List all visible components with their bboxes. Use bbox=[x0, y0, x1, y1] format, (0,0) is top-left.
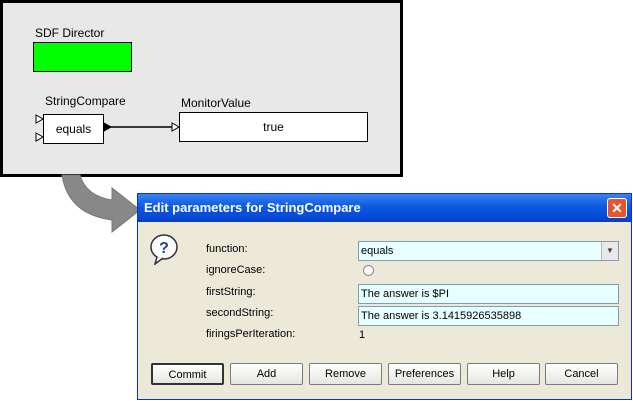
secondstring-label: secondString: bbox=[206, 307, 274, 319]
dialog-titlebar[interactable]: Edit parameters for StringCompare bbox=[138, 194, 631, 222]
close-icon: ✕ bbox=[611, 200, 623, 216]
function-label: function: bbox=[206, 243, 248, 255]
preferences-button[interactable]: Preferences bbox=[388, 363, 461, 385]
close-button[interactable]: ✕ bbox=[607, 198, 627, 218]
remove-button[interactable]: Remove bbox=[309, 363, 382, 385]
secondstring-input[interactable]: The answer is 3.1415926535898 bbox=[358, 306, 619, 326]
firststring-input[interactable]: The answer is $PI bbox=[358, 284, 619, 304]
firststring-value: The answer is $PI bbox=[361, 288, 450, 300]
question-icon: ? bbox=[150, 234, 178, 265]
add-button[interactable]: Add bbox=[230, 363, 303, 385]
firststring-label: firstString: bbox=[206, 286, 256, 298]
edit-parameters-dialog: Edit parameters for StringCompare ✕ ? fu… bbox=[137, 193, 632, 400]
commit-button[interactable]: Commit bbox=[151, 363, 224, 385]
help-button[interactable]: Help bbox=[467, 363, 540, 385]
secondstring-value: The answer is 3.1415926535898 bbox=[361, 310, 522, 322]
dialog-title: Edit parameters for StringCompare bbox=[144, 200, 361, 215]
ignorecase-radio[interactable] bbox=[363, 265, 374, 276]
ignorecase-label: ignoreCase: bbox=[206, 264, 266, 276]
function-value: equals bbox=[361, 245, 394, 257]
firings-label: firingsPerIteration: bbox=[206, 328, 296, 340]
cancel-button[interactable]: Cancel bbox=[545, 363, 618, 385]
svg-text:?: ? bbox=[159, 240, 169, 257]
function-select[interactable]: equals ▼ bbox=[358, 241, 619, 261]
chevron-down-icon[interactable]: ▼ bbox=[601, 242, 618, 260]
firings-value: 1 bbox=[359, 329, 366, 341]
